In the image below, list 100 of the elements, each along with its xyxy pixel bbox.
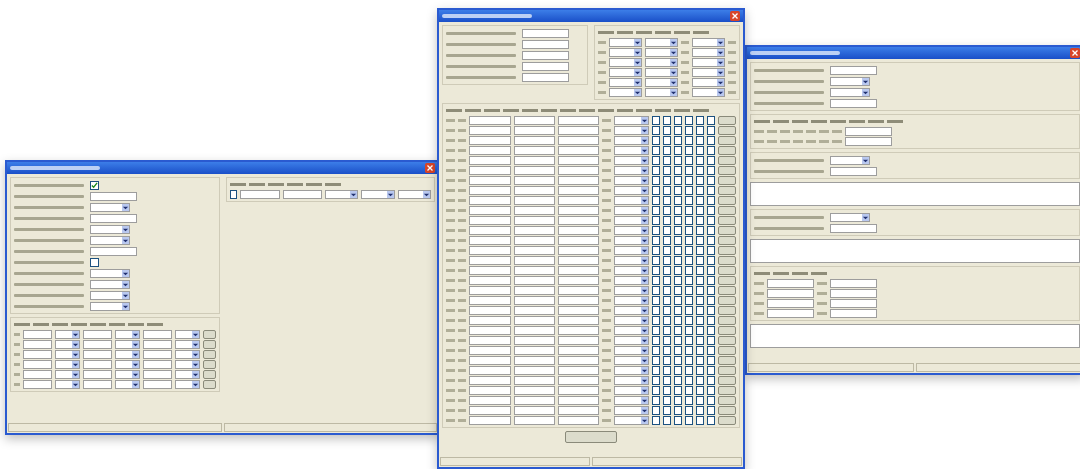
checkbox[interactable] [651,376,660,385]
checkbox[interactable] [673,236,683,245]
checkbox[interactable] [707,326,716,335]
checkbox[interactable] [673,276,683,285]
text-field[interactable] [830,279,877,288]
text-area[interactable] [750,182,1080,206]
checkbox[interactable] [673,266,683,275]
checkbox[interactable] [662,376,671,385]
text-field[interactable] [469,206,511,215]
checkbox[interactable] [662,136,671,145]
checkbox[interactable] [651,236,660,245]
text-field[interactable] [469,376,511,385]
text-field[interactable] [469,116,511,125]
grid-row[interactable] [14,330,216,339]
button[interactable] [202,350,216,359]
checkbox[interactable] [673,166,683,175]
checkbox[interactable] [696,296,705,305]
checkbox[interactable] [707,146,716,155]
text-field[interactable] [513,196,555,205]
text-field[interactable] [23,370,53,379]
checkbox[interactable] [707,126,716,135]
button[interactable] [202,370,216,379]
dropdown[interactable] [114,370,140,379]
checkbox[interactable] [707,176,716,185]
text-field[interactable] [830,309,877,318]
text-field[interactable] [557,116,599,125]
grid-row[interactable] [446,146,736,155]
checkbox[interactable] [707,216,716,225]
dropdown[interactable] [90,235,130,245]
checkbox[interactable] [651,356,660,365]
checkbox[interactable] [696,256,705,265]
checkbox[interactable] [685,146,694,155]
checkbox[interactable] [685,306,694,315]
text-field[interactable] [142,350,172,359]
checkbox[interactable] [696,286,705,295]
checkbox[interactable] [707,356,716,365]
text-field[interactable] [469,366,511,375]
text-field[interactable] [469,266,511,275]
button[interactable] [565,431,617,443]
checkbox[interactable] [651,406,660,415]
button[interactable] [202,340,216,349]
text-field[interactable] [142,330,172,339]
checkbox[interactable] [707,416,716,425]
checkbox[interactable] [651,156,660,165]
checkbox[interactable] [662,406,671,415]
checkbox[interactable] [662,366,671,375]
dropdown[interactable] [174,350,200,359]
text-field[interactable] [469,146,511,155]
checkbox[interactable] [707,286,716,295]
checkbox[interactable] [651,266,660,275]
checkbox[interactable] [685,386,694,395]
checkbox[interactable] [696,326,705,335]
grid-row[interactable] [14,380,216,389]
text-field[interactable] [557,336,599,345]
checkbox[interactable] [673,146,683,155]
checkbox[interactable] [696,266,705,275]
grid-row[interactable] [14,340,216,349]
checkbox[interactable] [651,396,660,405]
dropdown[interactable] [692,58,725,67]
text-field[interactable] [513,146,555,155]
checkbox[interactable] [707,156,716,165]
text-field[interactable] [522,28,569,38]
dropdown[interactable] [830,76,870,86]
text-field[interactable] [830,223,877,233]
text-field[interactable] [142,380,172,389]
checkbox[interactable] [707,296,716,305]
checkbox[interactable] [696,416,705,425]
checkbox[interactable] [696,126,705,135]
text-field[interactable] [513,256,555,265]
button[interactable] [202,380,216,389]
text-field[interactable] [142,360,172,369]
checkbox[interactable] [651,386,660,395]
text-field[interactable] [513,346,555,355]
checkbox[interactable] [673,356,683,365]
text-field[interactable] [557,346,599,355]
dropdown[interactable] [55,350,80,359]
checkbox[interactable] [651,276,660,285]
checkbox[interactable] [707,316,716,325]
checkbox[interactable] [685,416,694,425]
dropdown[interactable] [609,68,642,77]
grid-row[interactable] [446,236,736,245]
checkbox[interactable] [662,216,671,225]
text-field[interactable] [522,50,569,60]
dropdown[interactable] [114,380,140,389]
checkbox[interactable] [662,396,671,405]
checkbox[interactable] [685,206,694,215]
text-field[interactable] [513,116,555,125]
checkbox[interactable] [651,316,660,325]
text-field[interactable] [469,316,511,325]
text-field[interactable] [557,156,599,165]
text-field[interactable] [557,246,599,255]
text-field[interactable] [469,136,511,145]
checkbox[interactable] [662,206,671,215]
text-field[interactable] [469,216,511,225]
text-field[interactable] [557,146,599,155]
checkbox[interactable] [662,346,671,355]
checkbox[interactable] [651,226,660,235]
checkbox[interactable] [707,206,716,215]
checkbox[interactable] [696,386,705,395]
checkbox[interactable] [685,156,694,165]
